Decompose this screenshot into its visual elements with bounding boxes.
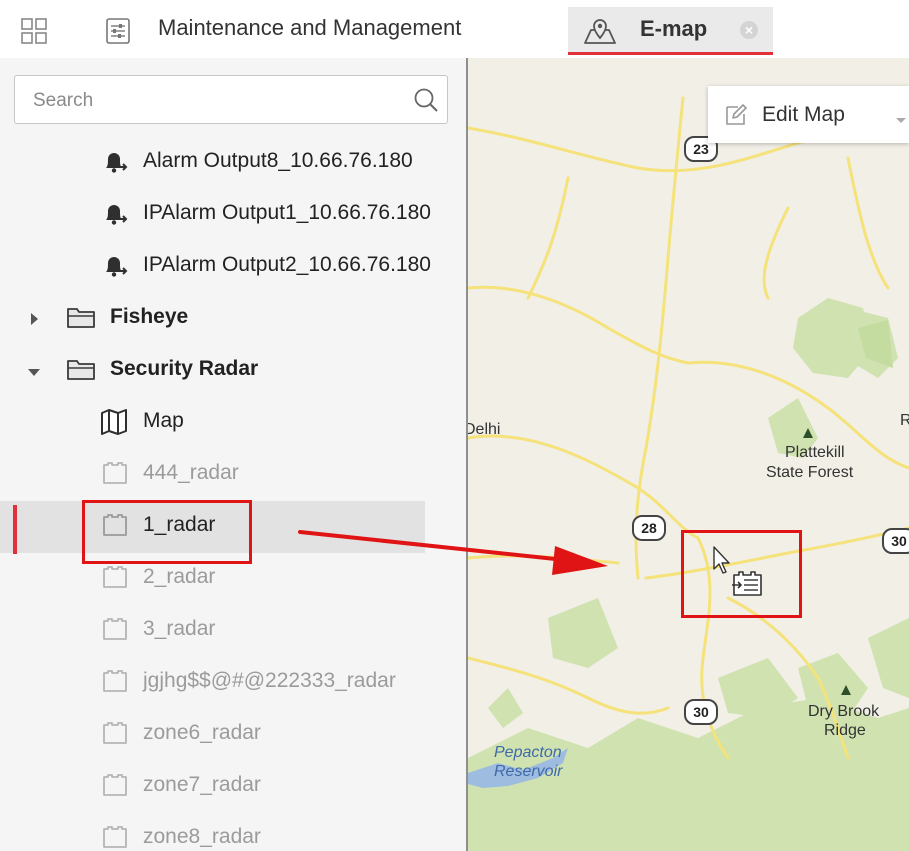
- alarm-output-icon: [102, 253, 128, 284]
- tree-item-radar[interactable]: 3_radar: [0, 605, 425, 657]
- tree-item-label: zone6_radar: [143, 721, 261, 744]
- tree-item-map[interactable]: Map: [0, 397, 425, 449]
- tab-maintenance-and-management[interactable]: Maintenance and Management: [158, 15, 461, 41]
- tab-e-map-label: E-map: [640, 16, 708, 41]
- tree-item-label: 3_radar: [143, 617, 216, 640]
- radar-icon: [102, 617, 128, 646]
- radar-icon: [102, 565, 128, 594]
- tree-item-radar[interactable]: 444_radar: [0, 449, 425, 501]
- tree-group-security-radar[interactable]: Security Radar: [0, 345, 425, 397]
- tree-item-label: 2_radar: [143, 565, 216, 588]
- search-icon[interactable]: [413, 87, 439, 118]
- map-place-label: Reservoir: [494, 763, 563, 780]
- collapse-arrow-icon[interactable]: [26, 365, 42, 383]
- search-box: [14, 75, 448, 124]
- tree-item-alarm-output8[interactable]: Alarm Output8_10.66.76.180: [0, 137, 425, 189]
- folder-icon: [67, 357, 95, 386]
- tree-item-label: Map: [143, 409, 184, 432]
- tree-item-radar[interactable]: jgjhg$$@#@222333_radar: [0, 657, 425, 709]
- maintenance-settings-icon[interactable]: [104, 17, 132, 45]
- top-bar: Maintenance and Management E-map ×: [0, 0, 909, 58]
- alarm-output-icon: [102, 149, 128, 180]
- tree-item-radar[interactable]: zone6_radar: [0, 709, 425, 761]
- route-shield: 30: [882, 528, 909, 554]
- alarm-output-icon: [102, 201, 128, 232]
- map-icon: [100, 409, 128, 440]
- resource-tree-panel: Alarm Output8_10.66.76.180 IPAlarm Outpu…: [0, 58, 466, 851]
- expand-arrow-icon[interactable]: [28, 311, 40, 332]
- route-shield: 28: [632, 515, 666, 541]
- map-place-label: Delhi: [468, 421, 501, 438]
- drag-arrow-annotation: [298, 530, 608, 575]
- tree-item-label: zone8_radar: [143, 825, 261, 848]
- map-place-label: State Forest: [766, 464, 854, 481]
- folder-icon: [67, 305, 95, 334]
- tree-item-label: zone7_radar: [143, 773, 261, 796]
- tree-group-fisheye[interactable]: Fisheye: [0, 293, 425, 345]
- radar-icon: [102, 825, 128, 851]
- tree-item-radar[interactable]: zone7_radar: [0, 761, 425, 813]
- highlight-box-drop-target: [681, 530, 802, 618]
- tree-item-label: IPAlarm Output1_10.66.76.180: [143, 201, 431, 224]
- map-place-label: Ridge: [824, 722, 866, 739]
- radar-icon: [102, 721, 128, 750]
- radar-icon: [102, 669, 128, 698]
- edit-pencil-icon: [724, 103, 748, 132]
- tree-group-label: Fisheye: [110, 305, 189, 328]
- tree-item-label: IPAlarm Output2_10.66.76.180: [143, 253, 431, 276]
- tree-item-label: 444_radar: [143, 461, 239, 484]
- highlight-box-radar-item: [82, 500, 252, 564]
- tree-item-label: jgjhg$$@#@222333_radar: [143, 669, 396, 692]
- close-tab-icon[interactable]: ×: [740, 21, 758, 39]
- search-input[interactable]: [31, 86, 395, 116]
- tree-item-ipalarm-output1[interactable]: IPAlarm Output1_10.66.76.180: [0, 189, 431, 241]
- grid-menu-icon[interactable]: [20, 17, 48, 45]
- edit-map-label: Edit Map: [762, 103, 845, 126]
- edit-map-button[interactable]: Edit Map: [708, 86, 909, 143]
- tab-e-map[interactable]: E-map ×: [568, 7, 773, 55]
- radar-icon: [102, 773, 128, 802]
- map-place-label: Plattekill: [785, 444, 845, 461]
- map-place-label: Dry Brook: [808, 703, 880, 720]
- chevron-down-icon[interactable]: [895, 112, 907, 130]
- route-shield: 30: [684, 699, 718, 725]
- tree-group-label: Security Radar: [110, 357, 259, 380]
- selection-indicator: [13, 505, 17, 554]
- tree-item-radar[interactable]: zone8_radar: [0, 813, 425, 851]
- e-map-icon: [583, 16, 617, 51]
- map-place-label: Pepacton: [494, 744, 562, 761]
- e-map-canvas[interactable]: Delhi Plattekill State Forest Dry Brook …: [468, 58, 909, 851]
- radar-icon: [102, 461, 128, 490]
- tree-item-label: Alarm Output8_10.66.76.180: [143, 149, 413, 172]
- tree-item-ipalarm-output2[interactable]: IPAlarm Output2_10.66.76.180: [0, 241, 431, 293]
- map-place-label: R: [900, 412, 909, 429]
